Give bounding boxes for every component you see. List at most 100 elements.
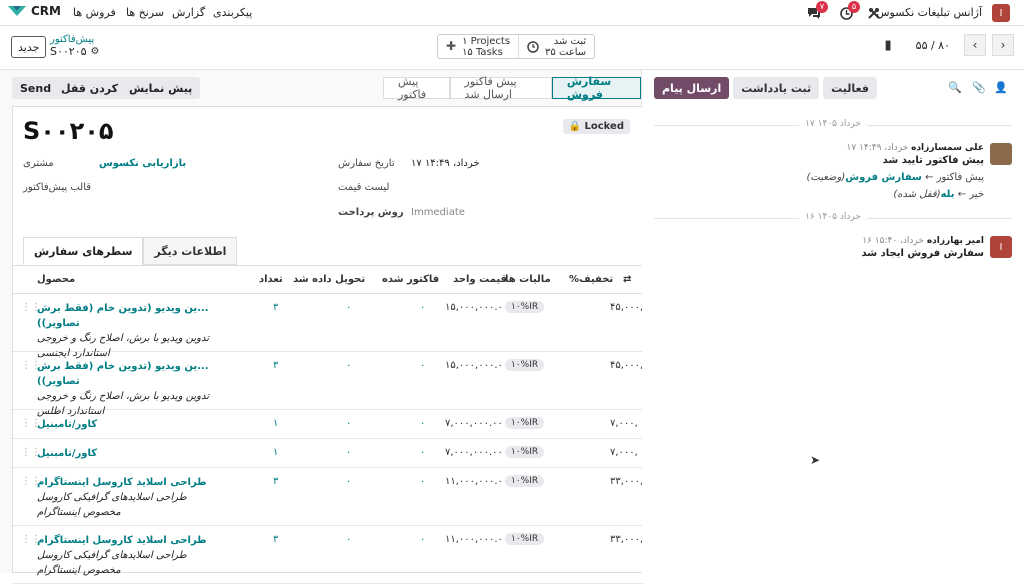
product-description: طراحی اسلایدهای گرافیکی کاروسل (37, 550, 187, 561)
arrow-icon: ← (957, 189, 967, 200)
message-header: علی سمسارزاده خرداد، ۱۴:۴۹ ۱۷ (847, 143, 984, 153)
activity-badge: ۵ (848, 1, 860, 13)
quantity-cell[interactable]: ۱ (273, 418, 278, 429)
header-invoiced[interactable]: فاکتور شده (382, 274, 439, 285)
message-time: خرداد، ۱۵:۴۰ ۱۶ (862, 236, 924, 246)
settings-toggle-icon[interactable]: ⇄ (623, 274, 631, 285)
log-note-button[interactable]: ثبت یادداشت (733, 77, 820, 99)
quantity-cell[interactable]: ۱ (273, 447, 278, 458)
menu-configuration[interactable]: پیکربندی (213, 6, 252, 19)
quantity-cell[interactable]: ۳ (273, 360, 278, 371)
table-row[interactable]: ⋮⋮ کاور/تامبنیل ۱ ۰ ۰ ۷,۰۰۰,۰۰۰.۰۰ ۱۰%IR ۷,۰۰۰, (13, 439, 643, 468)
header-discount[interactable]: %تخفیف (569, 274, 613, 285)
delivered-cell: ۰ (346, 476, 352, 487)
chat-icon[interactable]: ۷ (806, 1, 828, 21)
payment-value[interactable]: Immediate (411, 207, 465, 218)
bookmark-icon[interactable]: ▮ (885, 38, 892, 53)
author-avatar[interactable]: I (990, 236, 1012, 258)
tab-order-lines[interactable]: سطرهای سفارش (23, 237, 144, 265)
send-message-button[interactable]: ارسال پیام (654, 77, 730, 99)
menu-sales[interactable]: فروش ها (73, 6, 116, 19)
activity-button[interactable]: فعالیت (823, 77, 877, 99)
mouse-cursor-icon: ➤ (810, 453, 821, 467)
lock-icon: 🔒 (568, 121, 582, 132)
stage-quotation[interactable]: پیش فاکتور (383, 75, 450, 101)
tax-tag[interactable]: ۱۰%IR (505, 475, 545, 487)
table-row[interactable]: ⋮⋮ ...ین ویدیو (تدوین خام (فقط برش تصاویر… (13, 294, 643, 359)
gear-icon[interactable]: ⚙ (91, 46, 100, 58)
locked-badge: 🔒 Locked (562, 119, 630, 134)
projects-label: ۱ Projects (462, 35, 511, 47)
customer-value[interactable]: بازاریابی نکسوس (99, 158, 186, 169)
table-row[interactable]: ⋮⋮ کاور/تامبنیل ۱ ۰ ۰ ۷,۰۰۰,۰۰۰.۰۰ ۱۰%IR ۷,۰۰۰, (13, 410, 643, 439)
tax-tag[interactable]: ۱۰%IR (505, 301, 545, 313)
invoiced-cell: ۰ (420, 534, 426, 545)
order-name: S۰۰۲۰۵ (23, 117, 114, 145)
stage-quotation-sent[interactable]: پیش فاکتور ارسال شد (449, 75, 552, 101)
unit-price-cell[interactable]: ۷,۰۰۰,۰۰۰.۰۰ (445, 418, 503, 429)
order-date-value[interactable]: خرداد، ۱۴:۴۹ ۱۷ (411, 158, 480, 169)
tax-tag[interactable]: ۱۰%IR (505, 446, 545, 458)
company-switcher[interactable]: آژانس تبلیغات نکسوس (876, 6, 982, 19)
preview-button[interactable]: پیش نمایش (121, 77, 201, 99)
followers-icon[interactable]: 👤 (994, 81, 1008, 94)
unit-price-cell[interactable]: ۱۵,۰۰۰,۰۰۰.۰۰ (445, 302, 508, 313)
table-row[interactable]: ⋮⋮ طراحی اسلاید کاروسل اینستاگرام طراحی اس… (13, 526, 643, 584)
author-avatar[interactable] (990, 143, 1012, 165)
tracking-line-locked: خیر ← بله(قفل شده) (893, 189, 984, 200)
menu-reporting[interactable]: گزارش (172, 6, 205, 19)
quantity-cell[interactable]: ۳ (273, 534, 278, 545)
invoiced-cell: ۰ (420, 447, 426, 458)
pager-value[interactable]: ۵۵ / ۸۰ (916, 39, 950, 52)
tab-other-info[interactable]: اطلاعات دیگر (143, 237, 238, 265)
unit-price-cell[interactable]: ۱۱,۰۰۰,۰۰۰.۰۰ (445, 534, 508, 545)
projects-tasks-button[interactable]: ✚ ۱ Projects ۱۵ Tasks (438, 35, 518, 58)
table-row[interactable]: ⋮⋮ ...ین ویدیو (تدوین خام (فقط برش تصاویر… (13, 352, 644, 417)
date-separator: خرداد ۱۴۰۵ ۱۶ (654, 212, 1012, 222)
header-product[interactable]: محصول (37, 274, 75, 285)
header-delivered[interactable]: تحویل داده شد (293, 274, 365, 285)
breadcrumb: پیش‌فاکتور S۰۰۲۰۵ ⚙ (50, 34, 100, 58)
header-quantity[interactable]: تعداد (259, 274, 283, 285)
tax-tag[interactable]: ۱۰%IR (505, 533, 545, 545)
product-name[interactable]: ...ین ویدیو (تدوین خام (فقط برش تصاویر)) (37, 301, 237, 331)
table-body: ⋮⋮ ...ین ویدیو (تدوین خام (فقط برش تصاویر… (13, 294, 643, 584)
unit-price-cell[interactable]: ۱۵,۰۰۰,۰۰۰.۰۰ (445, 360, 508, 371)
header-unit-price[interactable]: قیمت واحد (453, 274, 507, 285)
pager-next-button[interactable]: › (992, 34, 1014, 56)
activity-clock-icon[interactable]: ۵ (838, 1, 860, 21)
user-avatar[interactable]: I (992, 4, 1010, 22)
unit-price-cell[interactable]: ۷,۰۰۰,۰۰۰.۰۰ (445, 447, 503, 458)
quotation-template-label: قالب پیش‌فاکتور (23, 182, 92, 193)
product-description: تدوین ویدیو با برش، اصلاح رنگ و خروجی (37, 333, 210, 344)
product-description: تدوین ویدیو با برش، اصلاح رنگ و خروجی (37, 391, 210, 402)
product-name[interactable]: طراحی اسلاید کاروسل اینستاگرام (37, 475, 237, 490)
unit-price-cell[interactable]: ۱۱,۰۰۰,۰۰۰.۰۰ (445, 476, 508, 487)
product-name[interactable]: کاور/تامبنیل (37, 417, 237, 432)
product-name[interactable]: کاور/تامبنیل (37, 446, 237, 461)
table-row[interactable]: ⋮⋮ طراحی اسلاید کاروسل اینستاگرام طراحی اس… (13, 468, 643, 526)
search-icon[interactable]: 🔍 (948, 81, 962, 94)
pricelist-label: لیست قیمت (338, 182, 390, 193)
menu-leads[interactable]: سرنخ ها (126, 6, 164, 19)
new-button[interactable]: جدید (11, 36, 47, 58)
stage-sales-order[interactable]: سفارش فروش (551, 75, 641, 101)
header-taxes[interactable]: مالیات ها (505, 274, 551, 285)
message-author[interactable]: علی سمسارزاده (911, 143, 984, 153)
quantity-cell[interactable]: ۳ (273, 476, 278, 487)
app-logo[interactable]: CRM (8, 4, 61, 18)
quantity-cell[interactable]: ۳ (273, 302, 278, 313)
invoiced-cell: ۰ (420, 302, 426, 313)
tax-tag[interactable]: ۱۰%IR (505, 359, 545, 371)
product-name[interactable]: طراحی اسلاید کاروسل اینستاگرام (37, 533, 237, 548)
subtotal-cell: ۷,۰۰۰, (610, 418, 638, 429)
product-name[interactable]: ...ین ویدیو (تدوین خام (فقط برش تصاویر)) (37, 359, 237, 389)
subtotal-cell: ۴۵,۰۰۰, (610, 360, 644, 371)
tax-tag[interactable]: ۱۰%IR (505, 417, 545, 429)
time-registered-button[interactable]: ثبت شد ساعت ۳۵ (518, 35, 594, 58)
chat-badge: ۷ (816, 1, 828, 13)
pager-previous-button[interactable]: ‹ (964, 34, 986, 56)
message-time: خرداد، ۱۴:۴۹ ۱۷ (846, 143, 909, 153)
message-author[interactable]: امیر بهارزاده (927, 236, 984, 246)
paperclip-icon[interactable]: 📎 (972, 81, 986, 94)
